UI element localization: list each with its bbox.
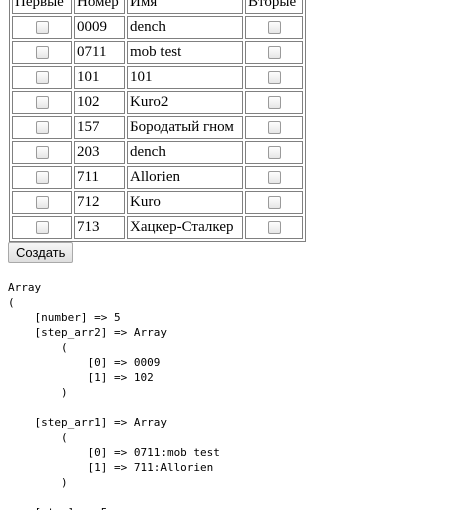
second-checkbox[interactable]: [267, 71, 281, 85]
second-cell: [245, 66, 303, 89]
first-cell: [12, 91, 72, 114]
header-number: Номер: [74, 0, 125, 14]
name-cell: Allorien: [127, 166, 243, 189]
number-cell: 157: [74, 116, 125, 139]
table-row: 0009 dench: [12, 16, 303, 39]
second-checkbox[interactable]: [267, 221, 281, 235]
name-cell: Хацкер-Сталкер: [127, 216, 243, 239]
debug-output: Array ( [number] => 5 [step_arr2] => Arr…: [8, 281, 220, 510]
first-cell: [12, 116, 72, 139]
name-cell: Бородатый гном: [127, 116, 243, 139]
name-cell: dench: [127, 141, 243, 164]
second-checkbox[interactable]: [267, 46, 281, 60]
table-body: 0009 dench 0711 mob test 101 101 102 Kuro2 157 Бо…: [12, 16, 303, 239]
first-checkbox[interactable]: [35, 196, 49, 210]
name-cell: mob test: [127, 41, 243, 64]
second-checkbox[interactable]: [267, 146, 281, 160]
first-cell: [12, 16, 72, 39]
number-cell: 203: [74, 141, 125, 164]
number-cell: 0711: [74, 41, 125, 64]
first-checkbox[interactable]: [35, 146, 49, 160]
table-row: 713 Хацкер-Сталкер: [12, 216, 303, 239]
table-row: 711 Allorien: [12, 166, 303, 189]
name-cell: Kuro2: [127, 91, 243, 114]
number-cell: 713: [74, 216, 125, 239]
first-cell: [12, 141, 72, 164]
number-cell: 102: [74, 91, 125, 114]
first-cell: [12, 216, 72, 239]
first-cell: [12, 191, 72, 214]
number-cell: 0009: [74, 16, 125, 39]
first-checkbox[interactable]: [35, 96, 49, 110]
number-cell: 712: [74, 191, 125, 214]
second-checkbox[interactable]: [267, 21, 281, 35]
players-table: Первые Номер Имя Вторые 0009 dench 0711 mob…: [9, 0, 306, 242]
first-checkbox[interactable]: [35, 21, 49, 35]
first-cell: [12, 66, 72, 89]
first-checkbox[interactable]: [35, 71, 49, 85]
second-cell: [245, 116, 303, 139]
header-second: Вторые: [245, 0, 303, 14]
table-row: 157 Бородатый гном: [12, 116, 303, 139]
number-cell: 101: [74, 66, 125, 89]
second-checkbox[interactable]: [267, 196, 281, 210]
second-cell: [245, 141, 303, 164]
second-cell: [245, 16, 303, 39]
table-row: 101 101: [12, 66, 303, 89]
second-cell: [245, 216, 303, 239]
first-checkbox[interactable]: [35, 46, 49, 60]
first-cell: [12, 41, 72, 64]
second-cell: [245, 91, 303, 114]
second-cell: [245, 41, 303, 64]
header-name: Имя: [127, 0, 243, 14]
second-cell: [245, 191, 303, 214]
second-checkbox[interactable]: [267, 121, 281, 135]
second-cell: [245, 166, 303, 189]
first-cell: [12, 166, 72, 189]
number-cell: 711: [74, 166, 125, 189]
table-row: 712 Kuro: [12, 191, 303, 214]
second-checkbox[interactable]: [267, 96, 281, 110]
table-row: 0711 mob test: [12, 41, 303, 64]
header-first: Первые: [12, 0, 72, 14]
name-cell: Kuro: [127, 191, 243, 214]
create-button[interactable]: Создать: [8, 242, 74, 263]
name-cell: 101: [127, 66, 243, 89]
table-row: 203 dench: [12, 141, 303, 164]
first-checkbox[interactable]: [35, 221, 49, 235]
first-checkbox[interactable]: [35, 121, 49, 135]
name-cell: dench: [127, 16, 243, 39]
table-header-row: Первые Номер Имя Вторые: [12, 0, 303, 14]
second-checkbox[interactable]: [267, 171, 281, 185]
table-row: 102 Kuro2: [12, 91, 303, 114]
first-checkbox[interactable]: [35, 171, 49, 185]
